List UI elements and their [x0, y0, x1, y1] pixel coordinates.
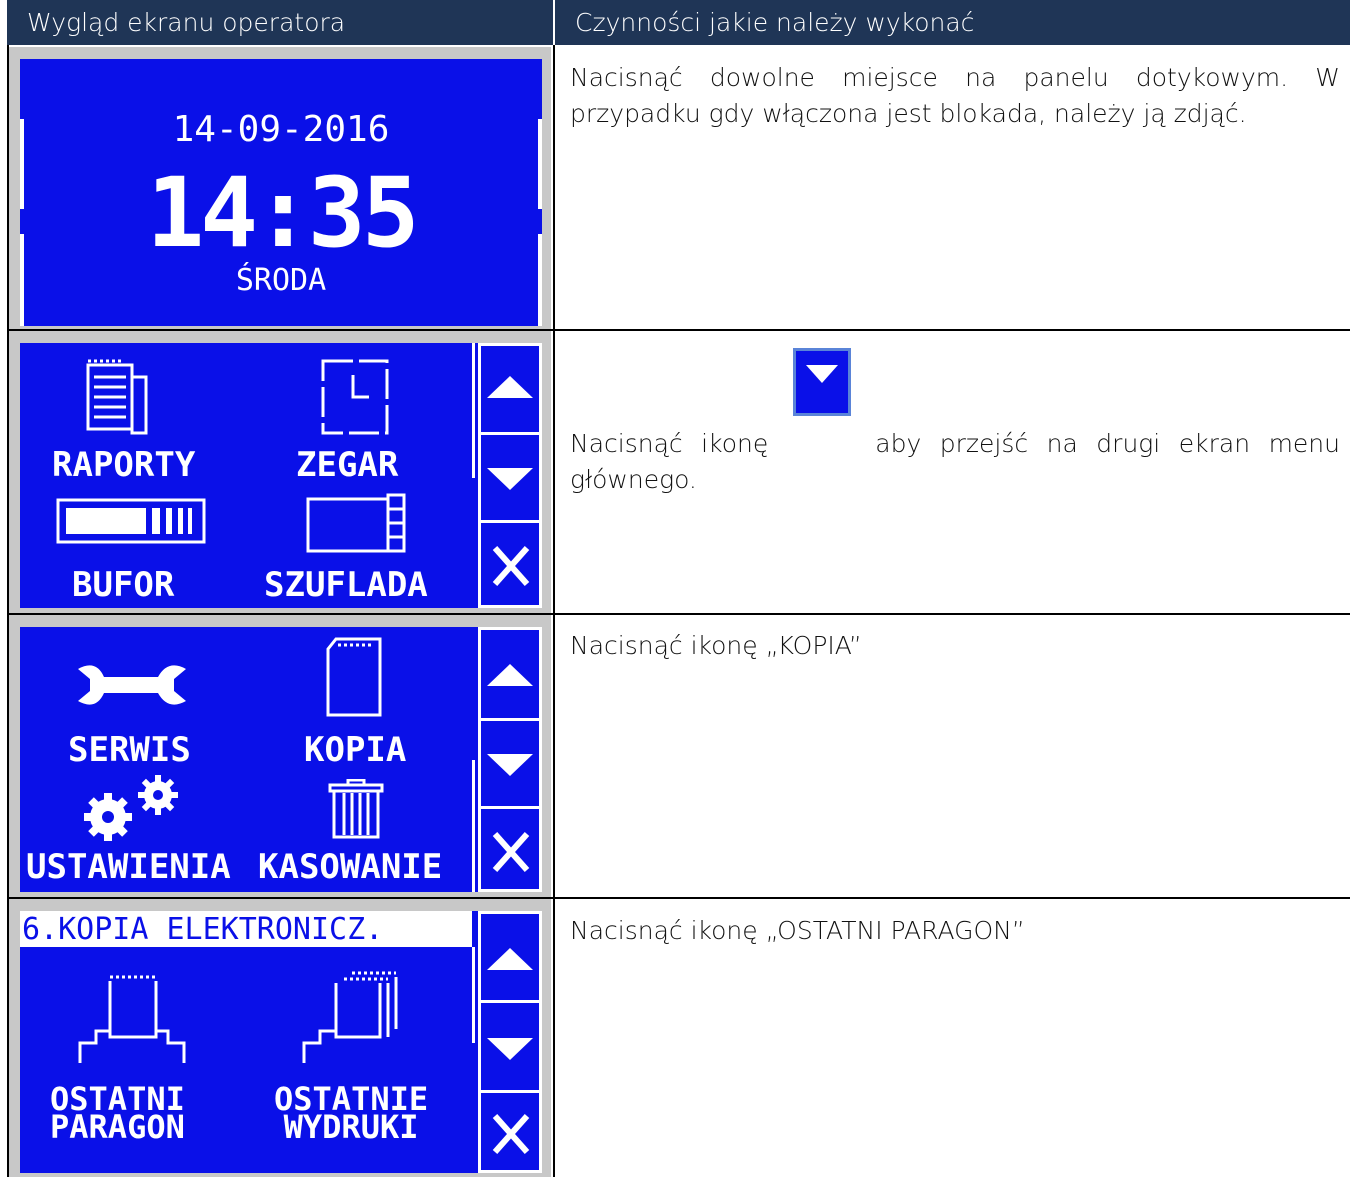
- menu-item-serwis[interactable]: SERWIS: [68, 730, 191, 770]
- scroll-down-icon[interactable]: [487, 1036, 533, 1060]
- instruction-3: Nacisnąć ikonę „KOPIA”: [570, 631, 862, 660]
- menu-item-kasowanie[interactable]: KASOWANIE: [258, 847, 442, 887]
- buffer-icon[interactable]: [56, 498, 206, 548]
- menu-item-raporty[interactable]: RAPORTY: [52, 445, 195, 485]
- printer-copies-icon[interactable]: [300, 969, 412, 1065]
- scroll-down-icon[interactable]: [487, 466, 533, 490]
- gears-icon[interactable]: [80, 773, 190, 843]
- scroll-control: [478, 343, 542, 608]
- clock-time: 14:35: [146, 157, 420, 269]
- table-border-middle: [553, 45, 555, 1177]
- sd-card-icon[interactable]: [322, 635, 386, 719]
- lcd-screen-menu-1[interactable]: RAPORTY ZEGAR BUFOR SZUFLADA: [20, 343, 542, 608]
- menu-item-ostatni-paragon[interactable]: OSTATNI PARAGON: [50, 1083, 185, 1146]
- menu-item-zegar[interactable]: ZEGAR: [296, 445, 398, 485]
- lcd-screen-clock[interactable]: 14-09-2016 14:35 ŚRODA: [20, 59, 542, 326]
- close-icon[interactable]: [491, 544, 531, 588]
- menu-item-ustawienia[interactable]: USTAWIENIA: [26, 847, 231, 887]
- clock-icon[interactable]: [315, 355, 395, 439]
- scroll-divider: [481, 806, 539, 809]
- scroll-up-icon[interactable]: [487, 948, 533, 972]
- instruction-2-before: Nacisnąć ikonę: [570, 429, 769, 458]
- scroll-divider: [481, 1090, 539, 1093]
- scroll-divider: [481, 432, 539, 435]
- lcd-screen-menu-2[interactable]: SERWIS KOPIA USTAWIENIA KASOWANIE: [20, 627, 542, 892]
- menu-item-kopia[interactable]: KOPIA: [304, 730, 406, 770]
- scroll-divider: [481, 1000, 539, 1003]
- menu-item-szuflada[interactable]: SZUFLADA: [264, 565, 428, 605]
- scroll-divider: [481, 718, 539, 721]
- clock-date: 14-09-2016: [172, 109, 390, 150]
- report-icon[interactable]: [82, 357, 152, 437]
- scroll-down-icon[interactable]: [487, 752, 533, 776]
- close-icon[interactable]: [491, 830, 531, 874]
- instruction-4: Nacisnąć ikonę „OSTATNI PARAGON”: [570, 916, 1025, 945]
- scroll-control: [478, 911, 542, 1173]
- trash-icon[interactable]: [326, 779, 386, 839]
- scroll-control: [478, 627, 542, 892]
- scroll-position-indicator: [472, 343, 475, 478]
- drawer-icon[interactable]: [304, 493, 414, 557]
- scroll-position-indicator: [472, 947, 475, 1043]
- wrench-icon[interactable]: [74, 663, 190, 709]
- printer-icon[interactable]: [76, 973, 188, 1065]
- scroll-position-indicator: [472, 760, 475, 892]
- scroll-down-icon: [805, 365, 838, 383]
- inline-down-button: [792, 348, 851, 416]
- scroll-divider: [481, 520, 539, 523]
- instruction-1: Nacisnąć dowolne miejsce na panelu dotyk…: [570, 63, 1340, 128]
- close-icon[interactable]: [491, 1112, 531, 1156]
- menu-item-bufor[interactable]: BUFOR: [72, 565, 174, 605]
- ostatni-paragon-line2: PARAGON: [50, 1108, 185, 1146]
- scroll-up-icon[interactable]: [487, 664, 533, 688]
- screen-title: 6.KOPIA ELEKTRONICZ.: [22, 912, 384, 947]
- lcd-screen-kopia[interactable]: 6.KOPIA ELEKTRONICZ. OSTATNI PARAGON OST…: [20, 911, 542, 1173]
- clock-day: ŚRODA: [235, 263, 327, 298]
- menu-item-ostatnie-wydruki[interactable]: OSTATNIE WYDRUKI: [274, 1083, 428, 1146]
- ostatnie-wydruki-line2: WYDRUKI: [283, 1108, 419, 1146]
- column-header-actions: Czynności jakie należy wykonać: [555, 0, 1350, 45]
- scroll-up-icon[interactable]: [487, 376, 533, 400]
- instruction-2: Nacisnąć ikonę aby przejść na drugi ekra…: [570, 348, 1340, 498]
- column-header-screen: Wygląd ekranu operatora: [7, 0, 553, 45]
